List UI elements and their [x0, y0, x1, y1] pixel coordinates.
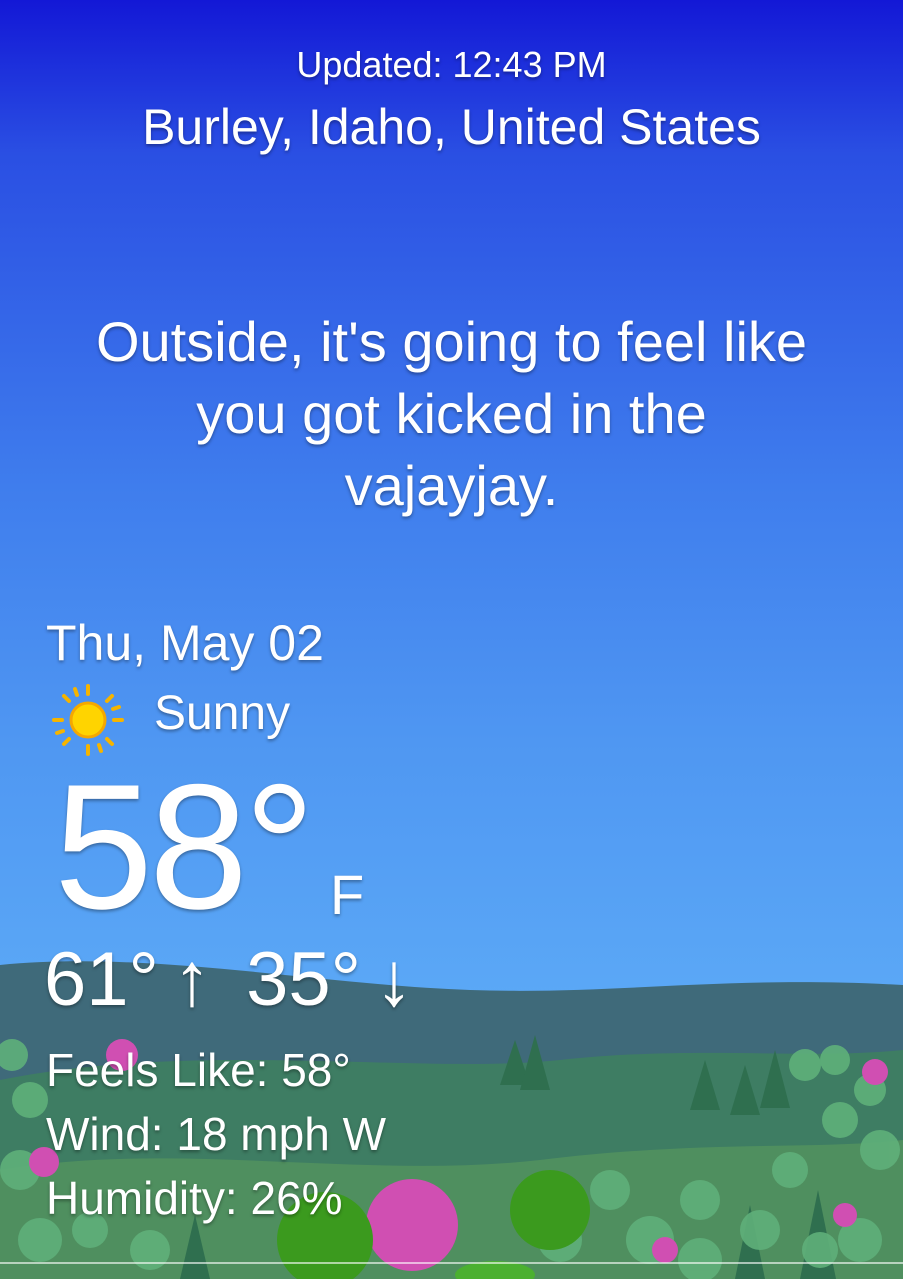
high-temperature: 61° — [44, 937, 159, 1022]
forecast-date: Thu, May 02 — [46, 615, 324, 671]
low-temperature: 35° — [246, 937, 361, 1022]
weather-message: Outside, it's going to feel like you got… — [95, 310, 808, 517]
updated-time: Updated: 12:43 PM — [296, 44, 607, 85]
current-temperature: 58° — [54, 747, 315, 946]
wind: Wind: 18 mph W — [46, 1108, 386, 1160]
humidity: Humidity: 26% — [46, 1172, 343, 1224]
divider — [0, 1262, 903, 1264]
condition-label: Sunny — [154, 687, 291, 740]
weather-details: Feels Like: 58° Wind: 18 mph W Humidity:… — [46, 1038, 386, 1230]
feels-like: Feels Like: 58° — [46, 1044, 351, 1096]
arrow-down-icon: ↓ — [375, 937, 413, 1022]
temperature-unit[interactable]: F — [330, 862, 364, 927]
high-low-temperatures: 61° ↑ 35° ↓ — [44, 936, 427, 1023]
arrow-up-icon: ↑ — [172, 937, 211, 1022]
location-name[interactable]: Burley, Idaho, United States — [0, 98, 903, 156]
